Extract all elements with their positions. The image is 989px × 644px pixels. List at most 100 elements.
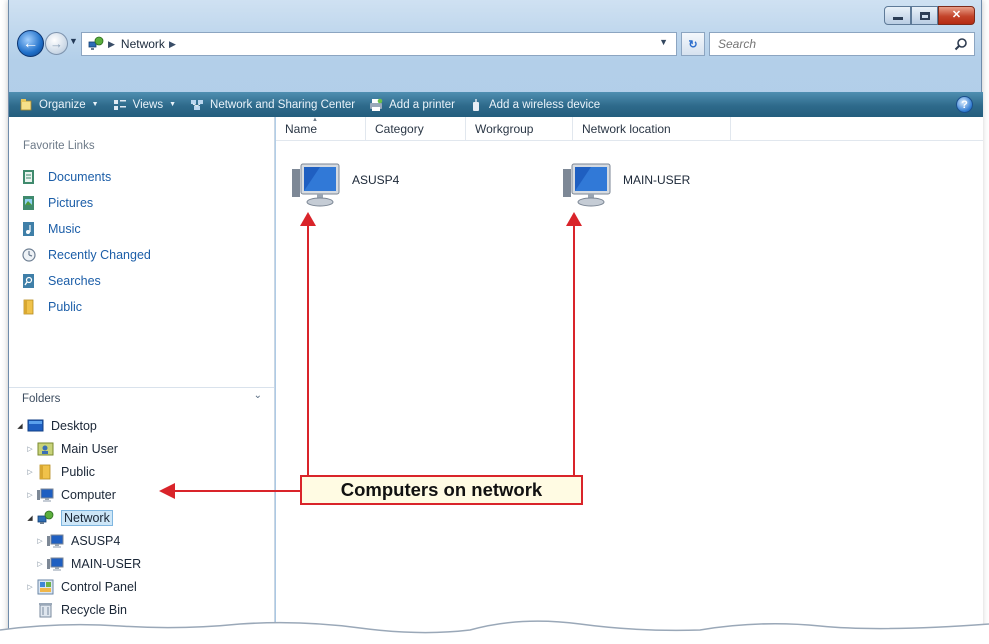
- network-item-label: MAIN-USER: [623, 173, 691, 187]
- folder-tree-label: Computer: [61, 487, 116, 502]
- desktop-icon: [27, 419, 44, 431]
- public-folder-icon: [23, 299, 34, 315]
- expanded-arrow-icon[interactable]: ◢: [15, 422, 25, 430]
- favorite-link-label: Music: [48, 222, 81, 236]
- collapsed-arrow-icon[interactable]: ▷: [35, 537, 45, 545]
- views-button[interactable]: Views ▼: [113, 98, 176, 112]
- column-header-category[interactable]: Category: [366, 117, 466, 141]
- collapsed-arrow-icon[interactable]: ▷: [35, 560, 45, 568]
- folder-tree-label: ASUSP4: [71, 533, 121, 548]
- caption-buttons: ✕: [884, 6, 975, 25]
- network-sharing-label: Network and Sharing Center: [210, 98, 356, 111]
- user-folder-icon: [37, 442, 54, 455]
- column-header-name[interactable]: ▲ Name: [276, 117, 366, 141]
- collapsed-arrow-icon[interactable]: ▷: [25, 445, 35, 453]
- help-icon[interactable]: ?: [956, 96, 973, 113]
- organize-caret-icon: ▼: [91, 101, 99, 108]
- search-box[interactable]: [709, 32, 975, 56]
- recent-pages-dropdown[interactable]: ▼: [69, 36, 78, 46]
- wireless-device-icon: [472, 98, 479, 111]
- recently-changed-icon: [22, 248, 36, 262]
- breadcrumb-separator-icon[interactable]: ▶: [169, 39, 176, 50]
- sort-arrow-icon: ▲: [312, 117, 318, 123]
- maximize-button[interactable]: [911, 6, 938, 25]
- folder-tree-item-main-user[interactable]: ▷ MAIN-USER: [9, 552, 141, 575]
- column-header-network-location[interactable]: Network location: [573, 117, 731, 141]
- favorite-link-label: Public: [48, 300, 83, 314]
- breadcrumb-network[interactable]: Network: [121, 37, 165, 51]
- favorite-link-pictures[interactable]: Pictures: [21, 190, 151, 216]
- folder-tree-label: Public: [61, 464, 96, 479]
- folders-header[interactable]: Folders ⌄: [9, 387, 274, 409]
- computer-icon: [292, 163, 340, 207]
- favorite-link-label: Pictures: [48, 196, 94, 210]
- folder-tree-item-asusp4[interactable]: ▷ ASUSP4: [9, 529, 141, 552]
- folder-tree-item-public[interactable]: ▷ Public: [9, 460, 141, 483]
- search-input[interactable]: [718, 37, 938, 51]
- address-dropdown-icon[interactable]: ▼: [659, 37, 668, 47]
- favorite-link-documents[interactable]: Documents: [21, 164, 151, 190]
- content-pane: ▲ Name Category Workgroup Network locati…: [276, 117, 983, 644]
- favorite-link-recently-changed[interactable]: Recently Changed: [21, 242, 151, 268]
- music-icon: [23, 222, 34, 236]
- favorite-links-list: Documents Pictures Music Recently Change…: [21, 164, 151, 320]
- favorite-link-label: Documents: [48, 170, 112, 184]
- network-item-label: ASUSP4: [352, 173, 400, 187]
- folder-tree-item-computer[interactable]: ▷ Computer: [9, 483, 141, 506]
- favorite-link-public[interactable]: Public: [21, 294, 151, 320]
- views-label: Views: [132, 98, 164, 111]
- computer-icon: [47, 534, 64, 548]
- network-computer-main-user[interactable]: MAIN-USER: [561, 161, 690, 211]
- folder-tree-item-desktop[interactable]: ◢ Desktop: [9, 414, 141, 437]
- breadcrumb-separator-icon[interactable]: ▶: [108, 39, 115, 50]
- chevron-down-icon[interactable]: ⌄: [254, 390, 262, 401]
- network-sharing-icon: [191, 99, 204, 110]
- public-folder-icon: [39, 464, 51, 479]
- folder-tree-item-network[interactable]: ◢ Network: [9, 506, 141, 529]
- torn-edge-decoration: [0, 620, 989, 644]
- explorer-window: ✕ ← → ▼ ▶ Network ▶ ▼ ↻ Search Organize …: [8, 0, 983, 644]
- refresh-button[interactable]: ↻: [681, 32, 705, 56]
- forward-button[interactable]: →: [45, 32, 68, 55]
- close-button[interactable]: ✕: [938, 6, 975, 25]
- folders-title: Folders: [22, 392, 61, 405]
- collapsed-arrow-icon[interactable]: ▷: [25, 583, 35, 591]
- control-panel-icon: [37, 579, 54, 594]
- expanded-arrow-icon[interactable]: ◢: [25, 514, 35, 522]
- search-icon[interactable]: [954, 37, 968, 51]
- favorite-link-music[interactable]: Music: [21, 216, 151, 242]
- back-button[interactable]: ←: [17, 30, 44, 57]
- callout-arrowhead-icon: [300, 212, 316, 226]
- minimize-button[interactable]: [884, 6, 911, 25]
- add-wireless-device-button[interactable]: Add a wireless device: [469, 98, 600, 112]
- favorite-link-searches[interactable]: Searches: [21, 268, 151, 294]
- callout-label: Computers on network: [300, 475, 583, 505]
- views-caret-icon: ▼: [169, 101, 177, 108]
- close-icon: ✕: [951, 9, 962, 21]
- add-printer-label: Add a printer: [389, 98, 455, 111]
- address-bar[interactable]: ▶ Network ▶ ▼: [81, 32, 677, 56]
- folder-tree-label: Control Panel: [61, 579, 137, 594]
- add-printer-button[interactable]: Add a printer: [369, 98, 455, 112]
- favorite-links-title: Favorite Links: [23, 140, 95, 152]
- network-icon: [37, 510, 54, 524]
- searches-icon: [23, 274, 34, 288]
- refresh-icon: ↻: [688, 38, 698, 51]
- forward-arrow-icon: →: [50, 36, 63, 51]
- pictures-icon: [23, 196, 34, 210]
- network-sharing-center-button[interactable]: Network and Sharing Center: [190, 98, 355, 112]
- network-computer-asusp4[interactable]: ASUSP4: [290, 161, 399, 211]
- column-header-workgroup[interactable]: Workgroup: [466, 117, 573, 141]
- callout-line-computer: [172, 490, 300, 492]
- organize-button[interactable]: Organize ▼: [19, 98, 99, 112]
- folder-tree-item-main-user[interactable]: ▷ Main User: [9, 437, 141, 460]
- network-icon: [88, 36, 104, 50]
- callout-line-main-user: [573, 222, 575, 476]
- collapsed-arrow-icon[interactable]: ▷: [25, 491, 35, 499]
- organize-icon: [20, 98, 32, 110]
- folder-tree-label: MAIN-USER: [71, 556, 142, 571]
- collapsed-arrow-icon[interactable]: ▷: [25, 468, 35, 476]
- callout-arrowhead-icon: [159, 483, 175, 499]
- folder-tree-item-control-panel[interactable]: ▷ Control Panel: [9, 575, 141, 598]
- column-headers: ▲ Name Category Workgroup Network locati…: [276, 117, 983, 141]
